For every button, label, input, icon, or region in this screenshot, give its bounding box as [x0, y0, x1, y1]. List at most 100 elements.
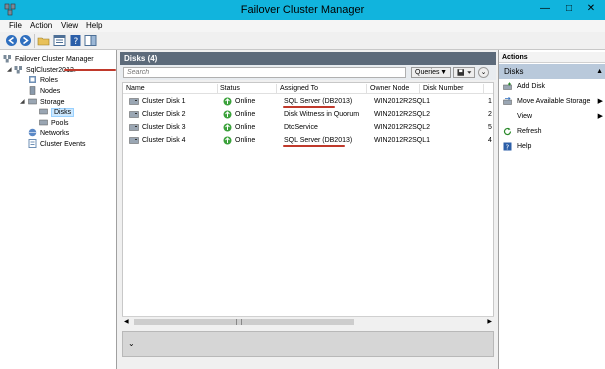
cell-owner-node: WIN2012R2SQL1	[374, 98, 431, 105]
collapse-chevron-icon[interactable]: ⌄	[478, 67, 489, 78]
tree-item-storage[interactable]: Storage	[28, 97, 65, 107]
tree-label: Roles	[40, 77, 58, 84]
properties-icon[interactable]	[53, 34, 66, 47]
tree-item-nodes[interactable]: Nodes	[28, 86, 60, 96]
action-move-available-storage[interactable]: Move Available Storage ▶	[503, 96, 605, 108]
scroll-right-arrow-icon[interactable]: ▶	[487, 318, 492, 325]
storage-icon	[28, 98, 37, 105]
disks-table: Name Status Assigned To Owner Node Disk …	[122, 82, 494, 326]
horizontal-scrollbar[interactable]: ◀ ▶	[122, 316, 494, 326]
toolbar: ?	[0, 32, 605, 50]
table-row[interactable]: Cluster Disk 3 Online DtcService WIN2012…	[123, 122, 493, 134]
menu-help[interactable]: Help	[86, 21, 102, 30]
actions-title: Actions	[499, 52, 605, 63]
action-label: View	[517, 113, 533, 120]
cell-owner-node: WIN2012R2SQL2	[374, 111, 431, 118]
expand-chevron-icon[interactable]: ⌄	[128, 339, 135, 348]
cell-disk-number: 4	[488, 137, 492, 144]
cell-name: Cluster Disk 3	[142, 124, 186, 131]
action-label: Help	[517, 143, 532, 150]
column-divider[interactable]	[217, 84, 218, 93]
column-header-name[interactable]: Name	[126, 85, 145, 92]
search-bar: Queries ▼ ⌄	[120, 65, 496, 80]
close-button[interactable]: ✕	[580, 3, 602, 15]
show-hide-pane-icon[interactable]	[84, 34, 97, 47]
cell-disk-number: 5	[488, 124, 492, 131]
maximize-button[interactable]: □	[560, 3, 578, 15]
tree-item-roles[interactable]: Roles	[28, 75, 58, 85]
scroll-left-arrow-icon[interactable]: ◀	[124, 318, 129, 325]
search-input[interactable]	[123, 67, 406, 78]
cluster-events-icon	[28, 139, 37, 148]
navigation-tree: Failover Cluster Manager ◢ SqlCluster201…	[0, 50, 117, 369]
tree-item-cluster-events[interactable]: Cluster Events	[28, 139, 86, 149]
action-refresh[interactable]: Refresh	[503, 126, 605, 138]
menu-action[interactable]: Action	[30, 21, 52, 30]
cell-owner-node: WIN2012R2SQL2	[374, 124, 431, 131]
tree-item-failover-cluster-manager[interactable]: Failover Cluster Manager	[3, 54, 94, 64]
tree-label: Networks	[40, 130, 70, 137]
column-divider[interactable]	[483, 84, 484, 93]
actions-section-disks[interactable]: Disks ▲	[499, 64, 605, 79]
pane-header: Disks (4)	[120, 52, 496, 65]
disks-icon	[39, 108, 48, 115]
action-help[interactable]: ? Help	[503, 141, 605, 153]
help-book-icon[interactable]: ?	[69, 34, 82, 47]
scrollbar-thumb[interactable]	[134, 319, 354, 325]
tree-item-pools[interactable]: Pools	[39, 118, 69, 128]
column-header-owner-node[interactable]: Owner Node	[370, 85, 409, 92]
back-arrow-icon[interactable]	[5, 34, 18, 47]
table-header: Name Status Assigned To Owner Node Disk …	[123, 83, 493, 94]
refresh-icon	[503, 127, 512, 136]
column-divider[interactable]	[366, 84, 367, 93]
minimize-button[interactable]: —	[536, 3, 554, 15]
tree-label: Nodes	[40, 88, 61, 95]
up-folder-icon[interactable]	[37, 34, 50, 47]
collapse-arrow-icon[interactable]: ◢	[20, 98, 25, 105]
submenu-arrow-icon: ▶	[597, 98, 603, 105]
table-row[interactable]: Cluster Disk 2 Online Disk Witness in Qu…	[123, 109, 493, 121]
menu-bar: File Action View Help	[0, 20, 605, 32]
column-header-disk-number[interactable]: Disk Number	[423, 85, 463, 92]
cell-name: Cluster Disk 2	[142, 111, 186, 118]
tree-label: Storage	[40, 99, 65, 106]
cell-name: Cluster Disk 4	[142, 137, 186, 144]
cell-disk-number: 1	[488, 98, 492, 105]
disk-icon	[129, 111, 139, 118]
collapse-up-icon[interactable]: ▲	[596, 64, 603, 79]
cell-status: Online	[235, 137, 256, 144]
column-header-assigned-to[interactable]: Assigned To	[280, 85, 318, 92]
collapse-arrow-icon[interactable]: ◢	[7, 66, 12, 73]
tree-label: Cluster Events	[40, 141, 86, 148]
save-query-icon[interactable]	[453, 67, 475, 78]
queries-label: Queries	[415, 69, 440, 76]
column-divider[interactable]	[419, 84, 420, 93]
nodes-icon	[29, 86, 36, 95]
networks-icon	[28, 128, 37, 137]
column-header-status[interactable]: Status	[220, 85, 240, 92]
disk-icon	[129, 98, 139, 105]
online-status-icon	[223, 136, 232, 145]
cell-owner-node: WIN2012R2SQL1	[374, 137, 431, 144]
cluster-manager-icon	[3, 55, 11, 63]
cell-status: Online	[235, 98, 256, 105]
tree-label: Failover Cluster Manager	[15, 56, 94, 63]
toolbar-separator	[34, 34, 35, 48]
tree-item-networks[interactable]: Networks	[28, 128, 69, 138]
cell-name: Cluster Disk 1	[142, 98, 186, 105]
cell-assigned-to: Disk Witness in Quorum	[284, 111, 360, 118]
menu-file[interactable]: File	[9, 21, 22, 30]
redaction-mark	[64, 69, 116, 71]
queries-dropdown[interactable]: Queries ▼	[411, 67, 451, 78]
annotation-underline	[283, 106, 335, 108]
forward-arrow-icon[interactable]	[19, 34, 32, 47]
action-view[interactable]: View ▶	[503, 111, 605, 123]
tree-label-selected: Disks	[51, 108, 75, 117]
actions-section-label: Disks	[504, 67, 524, 76]
dropdown-arrow-icon: ▼	[440, 69, 447, 76]
tree-item-disks[interactable]: Disks	[39, 107, 75, 117]
menu-view[interactable]: View	[61, 21, 78, 30]
action-add-disk[interactable]: Add Disk	[503, 81, 605, 93]
column-divider[interactable]	[276, 84, 277, 93]
disk-icon	[129, 124, 139, 131]
